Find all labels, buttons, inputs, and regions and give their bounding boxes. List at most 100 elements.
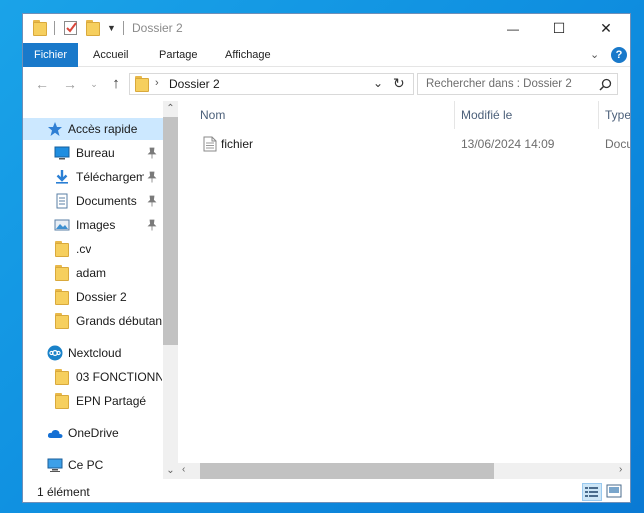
search-input[interactable]: Rechercher dans : Dossier 2	[417, 73, 618, 95]
explorer-window: ▼ Dossier 2 — ☐ ✕ Fichier Accueil Partag…	[22, 13, 631, 503]
nav-item-images[interactable]: Images	[23, 214, 163, 236]
pin-icon[interactable]	[147, 147, 157, 159]
new-folder-icon[interactable]	[86, 19, 100, 37]
up-button[interactable]: ↑	[107, 76, 125, 92]
nav-label: EPN Partagé	[76, 394, 147, 408]
customize-toolbar-icon[interactable]: ▼	[107, 19, 116, 37]
computer-icon	[47, 458, 63, 472]
nav-item-epn-partage[interactable]: EPN Partagé	[23, 390, 163, 412]
nav-item-adam[interactable]: adam	[23, 262, 163, 284]
large-icons-view-icon	[606, 484, 622, 498]
tab-affichage[interactable]: Affichage	[225, 43, 271, 67]
nav-item-telechargements[interactable]: Téléchargements	[23, 166, 163, 188]
toolbar-separator	[54, 21, 55, 35]
nav-label: OneDrive	[68, 426, 119, 440]
nav-label: Nextcloud	[68, 346, 122, 360]
recent-locations-icon[interactable]: ⌄	[85, 76, 103, 92]
nav-nextcloud[interactable]: Nextcloud	[23, 342, 163, 364]
sort-ascending-icon: ⌃	[318, 101, 327, 108]
column-header-type[interactable]: Type	[605, 101, 630, 129]
nav-label: Images	[76, 218, 116, 232]
folder-icon	[33, 19, 47, 37]
large-icons-view-button[interactable]	[605, 483, 625, 501]
nav-label: Ce PC	[68, 458, 104, 472]
folder-icon	[55, 313, 69, 329]
folder-icon	[55, 369, 69, 385]
details-view-icon	[585, 487, 598, 497]
column-separator[interactable]	[598, 101, 599, 129]
title-bar: ▼ Dossier 2 — ☐ ✕	[23, 14, 630, 43]
folder-icon	[55, 289, 69, 305]
file-row[interactable]: fichier 13/06/2024 14:09 Document texte	[195, 133, 631, 155]
column-separator[interactable]	[454, 101, 455, 129]
nav-this-pc[interactable]: Ce PC	[23, 454, 163, 476]
minimize-button[interactable]: —	[490, 14, 536, 43]
folder-icon	[135, 76, 149, 95]
scroll-left-icon[interactable]: ‹	[182, 464, 185, 475]
nextcloud-icon	[47, 345, 63, 361]
documents-icon	[56, 193, 68, 209]
nav-item-cv[interactable]: .cv	[23, 238, 163, 260]
pin-icon[interactable]	[147, 171, 157, 183]
refresh-icon[interactable]: ↻	[393, 75, 405, 92]
nav-item-documents[interactable]: Documents	[23, 190, 163, 212]
scroll-right-icon[interactable]: ›	[619, 464, 622, 475]
desktop-icon	[54, 146, 70, 160]
address-row: ← → ⌄ ↑ › Dossier 2 ⌄ ↻ Rechercher dans …	[23, 67, 630, 101]
nav-item-grands-debutants[interactable]: Grands débutants	[23, 310, 163, 332]
title-separator	[123, 21, 124, 35]
nav-label: Documents	[76, 194, 137, 208]
nav-quick-access[interactable]: Accès rapide	[23, 118, 163, 140]
nav-label: Grands débutants	[76, 314, 162, 328]
nav-label: Bureau	[76, 146, 115, 160]
nav-item-bureau[interactable]: Bureau	[23, 142, 163, 164]
search-icon	[599, 78, 612, 91]
expand-ribbon-icon[interactable]: ⌄	[590, 48, 599, 61]
content-scrollbar-thumb[interactable]	[200, 463, 494, 479]
scroll-up-icon[interactable]: ⌃	[163, 101, 178, 117]
nav-label: Dossier 2	[76, 290, 127, 304]
address-bar[interactable]: › Dossier 2 ⌄ ↻	[129, 73, 414, 95]
help-icon[interactable]: ?	[611, 47, 627, 63]
tab-partage[interactable]: Partage	[159, 43, 198, 67]
tab-fichier[interactable]: Fichier	[23, 43, 78, 67]
details-view-button[interactable]	[582, 483, 602, 501]
folder-icon	[55, 393, 69, 409]
address-path: Dossier 2	[169, 77, 220, 91]
nav-scrollbar-thumb[interactable]	[163, 117, 178, 345]
star-icon	[48, 122, 62, 136]
scroll-down-icon[interactable]: ⌄	[163, 463, 178, 479]
status-bar: 1 élément	[23, 479, 630, 502]
folder-icon	[55, 265, 69, 281]
navigation-pane: Accès rapide Bureau Téléchargements	[23, 101, 178, 479]
address-dropdown-icon[interactable]: ⌄	[373, 76, 383, 90]
cloud-icon	[47, 429, 63, 438]
tab-accueil[interactable]: Accueil	[93, 43, 128, 67]
maximize-button[interactable]: ☐	[536, 14, 582, 43]
file-modified: 13/06/2024 14:09	[461, 137, 555, 151]
download-icon	[56, 170, 68, 184]
pin-icon[interactable]	[147, 195, 157, 207]
folder-icon	[55, 241, 69, 257]
ribbon-tabs: Fichier Accueil Partage Affichage ⌄ ?	[23, 43, 630, 67]
breadcrumb-chevron-icon[interactable]: ›	[155, 77, 159, 89]
nav-label: Accès rapide	[68, 122, 138, 136]
file-type: Document texte	[605, 137, 631, 151]
pin-icon[interactable]	[147, 219, 157, 231]
column-header-modified[interactable]: Modifié le	[461, 101, 512, 129]
nav-item-03-fonctionnement[interactable]: 03 FONCTIONNEMENT	[23, 366, 163, 388]
nav-item-dossier-2[interactable]: Dossier 2	[23, 286, 163, 308]
content-scrollbar[interactable]: ‹ ›	[178, 463, 630, 479]
item-count: 1 élément	[37, 485, 90, 499]
file-list: ⌃ Nom Modifié le Type fichier 13/06/2024…	[178, 101, 631, 479]
properties-icon[interactable]	[63, 19, 79, 37]
back-button[interactable]: ←	[33, 76, 51, 92]
column-header-name[interactable]: Nom	[200, 101, 225, 129]
nav-label: 03 FONCTIONNEMENT	[76, 370, 162, 384]
nav-label: Téléchargements	[76, 170, 144, 184]
search-placeholder: Rechercher dans : Dossier 2	[426, 78, 572, 90]
text-file-icon	[203, 136, 217, 152]
close-button[interactable]: ✕	[583, 14, 629, 43]
nav-onedrive[interactable]: OneDrive	[23, 422, 163, 444]
forward-button[interactable]: →	[61, 76, 79, 92]
